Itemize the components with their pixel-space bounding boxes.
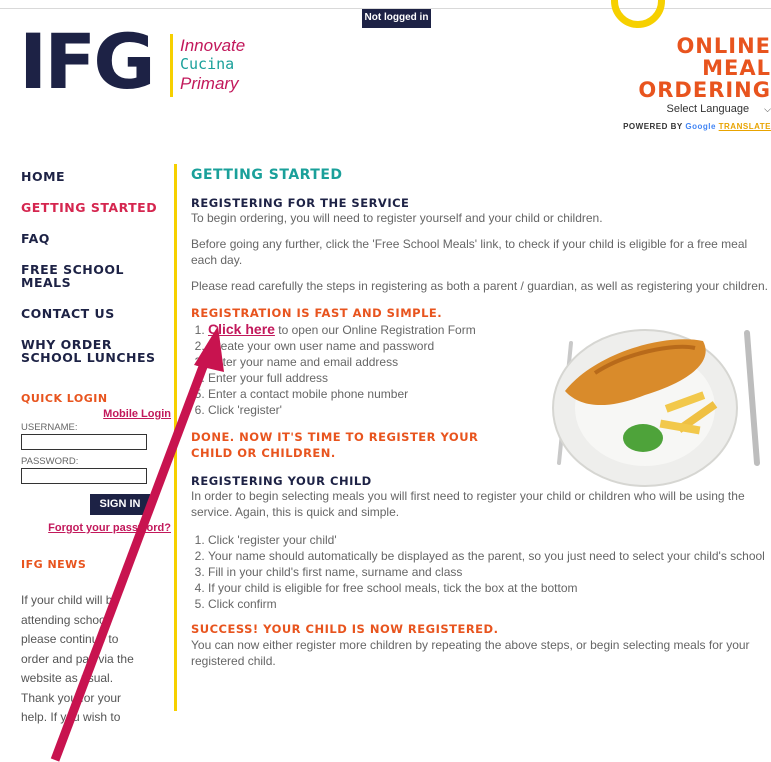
done-heading: DONE. NOW IT'S TIME TO REGISTER YOUR CHI… [191,430,479,460]
logo-divider [170,34,173,97]
powered-by-label: POWERED BY [623,122,683,131]
username-label: USERNAME: [21,422,78,433]
sidebar: HOME GETTING STARTED FAQ FREE SCHOOL MEA… [21,160,171,728]
list-item: Enter a contact mobile phone number [208,386,538,402]
page-title: GETTING STARTED [191,167,343,183]
list-item: Click here to open our Online Registrati… [208,321,538,338]
password-label: PASSWORD: [21,456,79,467]
list-item: Create your own user name and password [208,338,538,354]
registering-heading: REGISTERING FOR THE SERVICE [191,196,410,210]
nav-faq[interactable]: FAQ [21,232,171,245]
chevron-down-icon: ⌵ [764,104,771,114]
success-heading: SUCCESS! YOUR CHILD IS NOW REGISTERED. [191,622,499,636]
list-item: Enter your full address [208,370,538,386]
news-text: If your child will be attending school, … [21,593,134,724]
mobile-login-link[interactable]: Mobile Login [21,408,171,420]
site-title-line: MEAL [702,56,771,80]
fish-and-chips-image [552,329,760,487]
success-text: You can now either register more childre… [191,638,750,668]
language-select[interactable]: Select Language ⌵ [651,103,771,115]
site-title-line: ONLINE [676,34,771,58]
username-input[interactable] [21,434,147,450]
child-steps: Click 'register your child' Your name sh… [191,532,771,612]
decorative-ring [611,0,665,28]
google-logo: Google [685,122,716,131]
logo-word-innovate: Innovate [180,36,246,55]
list-item: Enter your name and email address [208,354,538,370]
nav-contact-us[interactable]: CONTACT US [21,307,171,320]
list-item: Click confirm [208,596,771,612]
nav-home[interactable]: HOME [21,170,171,183]
list-item: Click 'register' [208,402,538,418]
click-here-text: to open our Online Registration Form [274,323,476,337]
read-carefully-text: Please read carefully the steps in regis… [191,279,768,293]
click-here-link[interactable]: Click here [208,321,275,337]
ifg-logo[interactable]: IFG [19,24,156,100]
translate-link[interactable]: TRANSLATE [719,122,771,131]
child-text: In order to begin selecting meals you wi… [191,489,745,519]
content-divider [174,164,177,711]
forgot-password-link[interactable]: Forgot your password? [21,522,171,534]
list-item: Fill in your child's first name, surname… [208,564,771,580]
password-input[interactable] [21,468,147,484]
powered-by-google: POWERED BY Google TRANSLATE [623,122,771,131]
free-meals-note: Before going any further, click the 'Fre… [191,237,748,267]
quick-login-heading: QUICK LOGIN [21,392,108,405]
logo-word-primary: Primary [180,74,239,93]
list-item: If your child is eligible for free schoo… [208,580,771,596]
list-item: Your name should automatically be displa… [208,548,771,564]
language-select-label: Select Language [666,103,750,115]
registration-steps: Click here to open our Online Registrati… [191,321,538,418]
logo-subtitle: Innovate Cucina Primary [180,36,245,93]
registering-text: To begin ordering, you will need to regi… [191,211,603,225]
nav-free-school-meals[interactable]: FREE SCHOOL MEALS [21,263,171,289]
knife-icon [744,330,760,466]
sign-in-button[interactable]: SIGN IN [90,494,150,515]
ifg-news-heading: IFG NEWS [21,558,87,571]
list-item: Click 'register your child' [208,532,771,548]
nav-getting-started[interactable]: GETTING STARTED [21,201,171,214]
login-status-badge: Not logged in [362,9,431,28]
nav-why-order[interactable]: WHY ORDER SCHOOL LUNCHES [21,338,171,364]
logo-word-cucina: Cucina [180,55,235,73]
site-title: ONLINE MEAL ORDERING [638,35,771,101]
site-title-line: ORDERING [638,78,771,102]
